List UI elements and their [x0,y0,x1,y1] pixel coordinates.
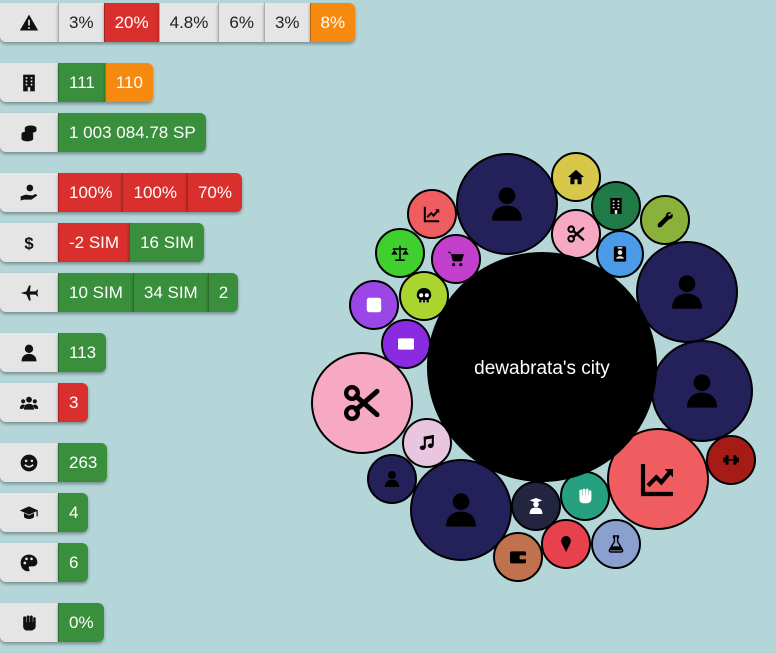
city-bubble[interactable] [636,241,738,343]
parking-icon: P [366,297,382,313]
ad-icon: Ad [398,338,414,350]
city-bubble-chart: P Ad dewabrata's city [311,152,756,582]
city-bubble[interactable] [407,189,457,239]
city-bubble[interactable] [311,352,413,454]
city-bubble[interactable] [367,454,417,504]
city-name: dewabrata's city [474,358,610,379]
city-bubble[interactable] [706,435,756,485]
building-icon [610,198,622,214]
svg-text:Ad: Ad [401,340,411,349]
fist-icon [579,488,592,504]
city-bubble[interactable] [640,195,690,245]
city-bubble[interactable] [560,471,610,521]
city-bubble[interactable] [551,209,601,259]
svg-text:P: P [370,301,378,313]
city-bubble[interactable]: P [349,280,399,330]
city-bubble[interactable] [591,181,641,231]
city-bubble[interactable] [541,519,591,569]
city-bubble[interactable] [591,519,641,569]
city-bubble[interactable] [551,152,601,202]
wallet-icon [510,551,526,564]
city-bubble[interactable] [493,532,543,582]
city-bubble[interactable] [375,228,425,278]
city-bubble[interactable] [456,153,558,255]
id-card-icon [613,246,627,262]
city-bubble[interactable] [651,340,753,442]
city-bubble[interactable] [410,459,512,561]
